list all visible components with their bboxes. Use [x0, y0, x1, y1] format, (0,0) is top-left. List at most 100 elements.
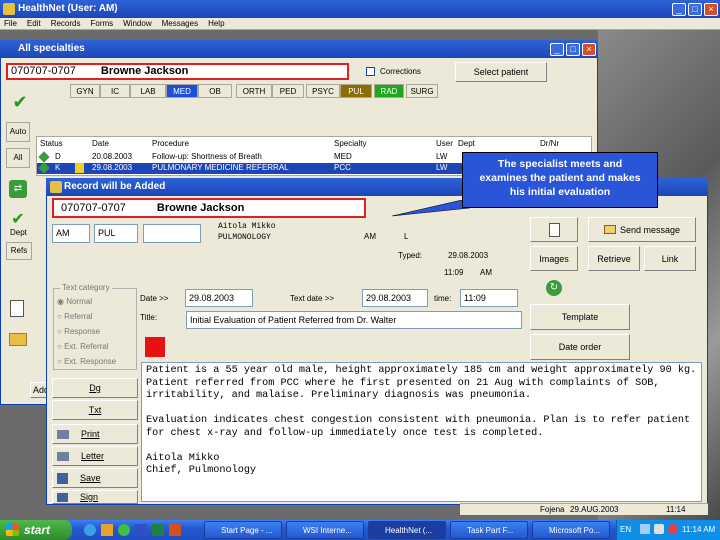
tab-ped[interactable]: PED: [272, 84, 304, 98]
all-button[interactable]: All: [6, 148, 30, 168]
dg-button[interactable]: Dg: [52, 378, 138, 398]
quicklaunch-word-icon[interactable]: [135, 524, 147, 536]
dept-value: PUL: [98, 228, 116, 238]
network-icon[interactable]: [640, 524, 650, 534]
record-patient-id: 070707-0707: [61, 202, 126, 214]
tab-lab[interactable]: LAB: [130, 84, 166, 98]
volume-icon[interactable]: [654, 524, 664, 534]
security-icon[interactable]: [668, 524, 678, 534]
document-icon[interactable]: [10, 300, 24, 317]
category-ext-response[interactable]: ○ Ext. Response: [57, 357, 116, 366]
select-patient-button[interactable]: Select patient: [455, 62, 547, 82]
task-healthnet-label: HealthNet (...: [385, 526, 433, 535]
category-referral[interactable]: ○ Referral: [57, 312, 93, 321]
blank-field[interactable]: [143, 224, 201, 243]
tab-orth[interactable]: ORTH: [236, 84, 272, 98]
send-message-label: Send message: [619, 224, 681, 235]
menu-records[interactable]: Records: [51, 18, 81, 29]
refs-button[interactable]: Refs: [6, 242, 32, 260]
tab-ped-label: PED: [279, 87, 297, 96]
tab-ic[interactable]: IC: [100, 84, 130, 98]
dept-button[interactable]: Dept: [10, 228, 27, 237]
language-indicator[interactable]: EN: [620, 525, 631, 534]
retrieve-button[interactable]: Retrieve: [588, 246, 640, 271]
tab-pul[interactable]: PUL: [340, 84, 372, 98]
sign-label: Sign: [80, 492, 99, 502]
new-document-icon: [548, 222, 560, 237]
menu-file[interactable]: File: [4, 18, 17, 29]
menu-edit[interactable]: Edit: [27, 18, 41, 29]
send-message-button[interactable]: Send message: [588, 217, 696, 242]
letter-button[interactable]: Letter: [52, 446, 138, 466]
tab-surg[interactable]: SURG: [406, 84, 438, 98]
category-normal[interactable]: ◉ Normal: [57, 297, 92, 306]
menu-help[interactable]: Help: [208, 18, 224, 29]
refresh-icon[interactable]: ↻: [546, 280, 562, 296]
specialties-maximize-button[interactable]: □: [566, 43, 580, 56]
menu-forms[interactable]: Forms: [90, 18, 113, 29]
record-patient-field[interactable]: 070707-0707 Browne Jackson: [52, 198, 366, 218]
quicklaunch-media-icon[interactable]: [118, 524, 130, 536]
time-field[interactable]: 11:09: [460, 289, 518, 307]
specialties-minimize-button[interactable]: _: [550, 43, 564, 56]
tab-psyc[interactable]: PSYC: [306, 84, 340, 98]
date-field[interactable]: 29.08.2003: [185, 289, 253, 307]
save-button[interactable]: Save: [52, 468, 138, 488]
quicklaunch-powerpoint-icon[interactable]: [169, 524, 181, 536]
user-value: AM: [56, 228, 70, 238]
row-specialty: MED: [334, 152, 352, 161]
task-microsoft-powerpoint-label: Microsoft Po...: [549, 526, 601, 535]
date-order-label: Date order: [558, 342, 602, 352]
quicklaunch-excel-icon[interactable]: [152, 524, 164, 536]
dept-field[interactable]: PUL: [94, 224, 138, 243]
txt-label: Txt: [88, 405, 102, 415]
menu-window[interactable]: Window: [123, 18, 151, 29]
task-wsi-internet[interactable]: WSI Interne...: [286, 521, 364, 539]
folder-icon[interactable]: [9, 333, 27, 346]
transfer-icon[interactable]: ⇄: [9, 180, 27, 198]
start-label: start: [24, 523, 51, 537]
menu-bar: File Edit Records Forms Window Messages …: [0, 18, 720, 30]
status-left: Fojena: [540, 505, 565, 514]
images-button[interactable]: Images: [530, 246, 578, 271]
specialties-patient-field[interactable]: 070707-0707 Browne Jackson: [6, 63, 349, 80]
typed-ampm: AM: [480, 268, 492, 277]
title-field[interactable]: Initial Evaluation of Patient Referred f…: [186, 311, 522, 329]
task-part[interactable]: Task Part F...: [450, 521, 528, 539]
new-document-button[interactable]: [530, 217, 578, 242]
category-response[interactable]: ○ Response: [57, 327, 100, 336]
corrections-checkbox[interactable]: [366, 67, 375, 76]
txt-button[interactable]: Txt: [52, 400, 138, 420]
menu-messages[interactable]: Messages: [162, 18, 198, 29]
row-date: 29.08.2003: [92, 163, 133, 172]
record-text-area[interactable]: Patient is a 55 year old male, height ap…: [141, 362, 702, 502]
title-value: Initial Evaluation of Patient Referred f…: [190, 315, 397, 325]
close-button[interactable]: ×: [704, 3, 718, 16]
tab-rad[interactable]: RAD: [374, 84, 404, 98]
specialties-close-button[interactable]: ×: [582, 43, 596, 56]
task-start-page[interactable]: Start Page - ...: [204, 521, 282, 539]
checkmark-icon-2[interactable]: ✔: [9, 212, 27, 228]
text-date-field[interactable]: 29.08.2003: [362, 289, 428, 307]
tab-gyn[interactable]: GYN: [70, 84, 100, 98]
auto-button[interactable]: Auto: [6, 122, 30, 142]
maximize-button[interactable]: □: [688, 3, 702, 16]
checkmark-icon[interactable]: ✔: [10, 92, 30, 112]
minimize-button[interactable]: _: [672, 3, 686, 16]
quicklaunch-ie-icon[interactable]: [84, 524, 96, 536]
task-healthnet[interactable]: HealthNet (...: [368, 521, 446, 539]
col-date: Date: [92, 139, 109, 148]
col-status: Status: [40, 139, 63, 148]
link-button[interactable]: Link: [644, 246, 696, 271]
category-ext-referral-label: Ext. Referral: [64, 342, 109, 351]
tab-med[interactable]: MED: [166, 84, 198, 98]
print-button[interactable]: Print: [52, 424, 138, 444]
template-button[interactable]: Template: [530, 304, 630, 330]
task-microsoft-powerpoint[interactable]: Microsoft Po...: [532, 521, 610, 539]
quicklaunch-desktop-icon[interactable]: [101, 524, 113, 536]
date-order-button[interactable]: Date order: [530, 334, 630, 360]
user-field[interactable]: AM: [52, 224, 90, 243]
tab-ob[interactable]: OB: [198, 84, 232, 98]
sign-button[interactable]: Sign: [52, 490, 138, 504]
category-ext-referral[interactable]: ○ Ext. Referral: [57, 342, 109, 351]
